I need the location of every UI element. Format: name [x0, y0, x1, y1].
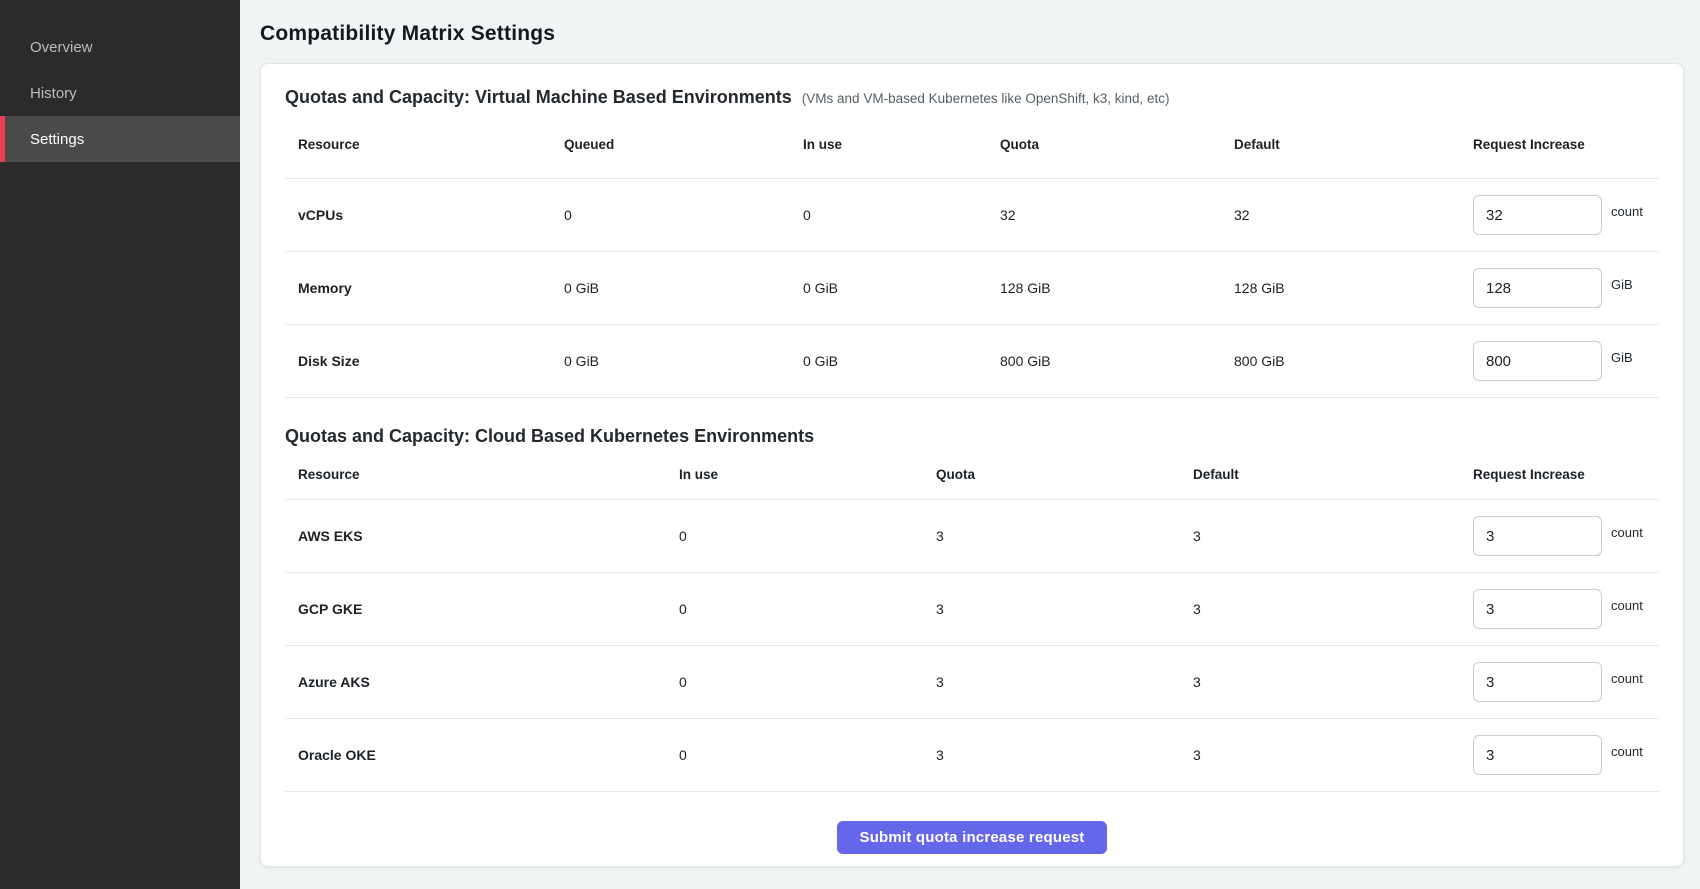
vcpus-request-input[interactable] [1473, 195, 1602, 235]
vm-section-header: Quotas and Capacity: Virtual Machine Bas… [285, 86, 1659, 110]
cloud-section-title: Quotas and Capacity: Cloud Based Kuberne… [285, 422, 814, 450]
unit-label: count [1611, 525, 1643, 540]
quota-settings-card: Quotas and Capacity: Virtual Machine Bas… [260, 63, 1684, 867]
table-row-aws-eks: AWS EKS 0 3 3 count [285, 500, 1659, 573]
request-increase-cell: GiB [1473, 268, 1659, 308]
page-title: Compatibility Matrix Settings [240, 0, 1700, 48]
sidebar-item-overview-label: Overview [30, 39, 93, 56]
quota-value: 3 [936, 674, 1193, 690]
table-row-azure-aks: Azure AKS 0 3 3 count [285, 646, 1659, 719]
in-use-value: 0 [803, 207, 1000, 223]
in-use-value: 0 GiB [803, 280, 1000, 296]
vm-col-queued: Queued [564, 137, 803, 152]
sidebar-item-settings[interactable]: Settings [0, 116, 240, 162]
vm-section-subtitle: (VMs and VM-based Kubernetes like OpenSh… [802, 88, 1170, 110]
unit-label: count [1611, 598, 1643, 613]
quota-value: 800 GiB [1000, 353, 1234, 369]
table-row-vcpus: vCPUs 0 0 32 32 count [285, 179, 1659, 252]
quota-value: 3 [936, 601, 1193, 617]
in-use-value: 0 GiB [803, 353, 1000, 369]
in-use-value: 0 [679, 601, 936, 617]
vm-col-quota: Quota [1000, 137, 1234, 152]
default-value: 3 [1193, 747, 1473, 763]
aws-eks-request-input[interactable] [1473, 516, 1602, 556]
quota-value: 32 [1000, 207, 1234, 223]
sidebar-item-settings-label: Settings [30, 131, 84, 148]
sidebar: Overview History Settings [0, 0, 240, 889]
table-row-memory: Memory 0 GiB 0 GiB 128 GiB 128 GiB GiB [285, 252, 1659, 325]
request-increase-cell: count [1473, 589, 1659, 629]
table-row-disk-size: Disk Size 0 GiB 0 GiB 800 GiB 800 GiB Gi… [285, 325, 1659, 398]
sidebar-item-overview[interactable]: Overview [0, 24, 240, 70]
resource-name: Oracle OKE [285, 747, 679, 763]
request-increase-cell: count [1473, 516, 1659, 556]
unit-label: count [1611, 204, 1643, 219]
resource-name: Azure AKS [285, 674, 679, 690]
vm-col-default: Default [1234, 137, 1473, 152]
oracle-oke-request-input[interactable] [1473, 735, 1602, 775]
sidebar-item-history-label: History [30, 85, 77, 102]
cloud-table-header: Resource In use Quota Default Request In… [285, 450, 1659, 500]
resource-name: vCPUs [285, 207, 564, 223]
default-value: 3 [1193, 528, 1473, 544]
cloud-col-default: Default [1193, 467, 1473, 482]
cloud-col-resource: Resource [285, 467, 679, 482]
quota-value: 3 [936, 747, 1193, 763]
quota-value: 3 [936, 528, 1193, 544]
vm-table-header: Resource Queued In use Quota Default Req… [285, 110, 1659, 179]
default-value: 128 GiB [1234, 280, 1473, 296]
cloud-col-request-increase: Request Increase [1473, 467, 1659, 482]
cloud-section-header: Quotas and Capacity: Cloud Based Kuberne… [285, 422, 1659, 450]
default-value: 32 [1234, 207, 1473, 223]
request-increase-cell: count [1473, 195, 1659, 235]
in-use-value: 0 [679, 747, 936, 763]
queued-value: 0 GiB [564, 280, 803, 296]
gcp-gke-request-input[interactable] [1473, 589, 1602, 629]
resource-name: AWS EKS [285, 528, 679, 544]
in-use-value: 0 [679, 528, 936, 544]
vm-section-title: Quotas and Capacity: Virtual Machine Bas… [285, 86, 792, 108]
memory-request-input[interactable] [1473, 268, 1602, 308]
request-increase-cell: GiB [1473, 341, 1659, 381]
unit-label: count [1611, 744, 1643, 759]
table-row-gcp-gke: GCP GKE 0 3 3 count [285, 573, 1659, 646]
request-increase-cell: count [1473, 735, 1659, 775]
resource-name: GCP GKE [285, 601, 679, 617]
quota-value: 128 GiB [1000, 280, 1234, 296]
vm-col-request-increase: Request Increase [1473, 137, 1659, 152]
vm-col-resource: Resource [285, 137, 564, 152]
disk-size-request-input[interactable] [1473, 341, 1602, 381]
unit-label: count [1611, 671, 1643, 686]
in-use-value: 0 [679, 674, 936, 690]
table-row-oracle-oke: Oracle OKE 0 3 3 count [285, 719, 1659, 792]
main-content: Compatibility Matrix Settings Quotas and… [240, 0, 1700, 889]
default-value: 3 [1193, 674, 1473, 690]
cloud-col-quota: Quota [936, 467, 1193, 482]
cloud-col-in-use: In use [679, 467, 936, 482]
submit-quota-increase-button[interactable]: Submit quota increase request [837, 821, 1106, 854]
queued-value: 0 GiB [564, 353, 803, 369]
resource-name: Disk Size [285, 353, 564, 369]
vm-col-in-use: In use [803, 137, 1000, 152]
default-value: 3 [1193, 601, 1473, 617]
default-value: 800 GiB [1234, 353, 1473, 369]
unit-label: GiB [1611, 277, 1633, 292]
request-increase-cell: count [1473, 662, 1659, 702]
sidebar-item-history[interactable]: History [0, 70, 240, 116]
submit-row: Submit quota increase request [285, 821, 1659, 854]
queued-value: 0 [564, 207, 803, 223]
resource-name: Memory [285, 280, 564, 296]
azure-aks-request-input[interactable] [1473, 662, 1602, 702]
unit-label: GiB [1611, 350, 1633, 365]
